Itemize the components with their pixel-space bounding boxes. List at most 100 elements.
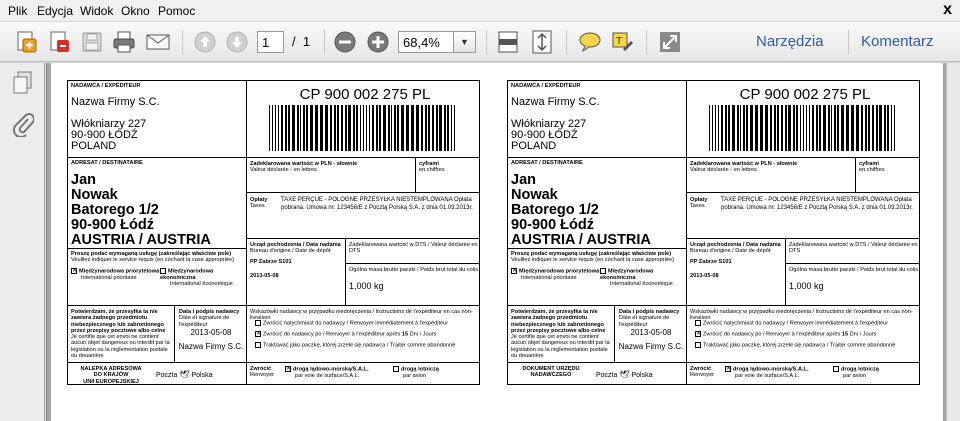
barcode-bar <box>388 105 390 151</box>
recipient-address: Jan Nowak Batorego 1/2 90-900 Łódź AUSTRIA /… <box>71 172 211 248</box>
barcode-bar <box>865 105 867 151</box>
barcode-bar <box>728 105 730 151</box>
barcode-bar <box>297 105 299 151</box>
barcode-bar <box>394 105 396 151</box>
barcode-bar <box>401 105 404 151</box>
tracking-number: CP 900 002 275 PL <box>739 86 871 103</box>
comment-icon[interactable] <box>576 28 604 56</box>
barcode-bar <box>715 105 716 151</box>
barcode-bar <box>451 105 452 151</box>
toolbar-separator <box>566 30 567 54</box>
sender-name: Nazwa Firmy S.C. <box>511 96 600 108</box>
barcode-bar <box>765 105 768 151</box>
pdf-edit-icon[interactable] <box>46 28 74 56</box>
barcode-bar <box>428 105 430 151</box>
barcode-bar <box>292 105 295 151</box>
sender-address: Włókniarzy 227 90-900 ŁÓDŹ POLAND <box>71 118 147 152</box>
return-route-box: Zwrócić Renvoyer ✕ drogą lądowo-morską/S.A… <box>686 362 919 384</box>
menu-bar: Plik Edycja Widok Okno Pomoc x <box>0 0 960 22</box>
menu-edit[interactable]: Edycja <box>37 4 73 18</box>
toolbar-separator <box>646 30 647 54</box>
service-economy-option: Międzynarodowa ekonomiczna International … <box>600 268 673 288</box>
barcode-bar <box>816 105 818 151</box>
barcode-bar <box>397 105 399 151</box>
barcode-bar <box>781 105 783 151</box>
barcode-bar <box>432 105 434 151</box>
menu-file[interactable]: Plik <box>8 4 27 18</box>
zoom-in-icon[interactable] <box>365 28 391 56</box>
fit-page-icon[interactable] <box>528 28 556 56</box>
close-document-button[interactable]: x <box>943 1 952 19</box>
instructions-box: Wskazówki nadawcy w przypadku niedoręcze… <box>246 305 479 363</box>
barcode-bar <box>709 105 710 151</box>
barcode-bar <box>310 105 313 151</box>
next-page-icon[interactable] <box>224 28 250 56</box>
confirm-box: Potwierdzam, że przesyłka ta nie zawiera… <box>68 305 175 363</box>
confirm-box: Potwierdzam, że przesyłka ta nie zawiera… <box>508 305 615 363</box>
declared-value-box: Zadeklarowana wartość w PLN - słownie Val… <box>246 157 416 193</box>
barcode-bar <box>334 105 336 151</box>
save-icon[interactable] <box>78 28 106 56</box>
barcode-bar <box>834 105 836 151</box>
barcode-bar <box>755 105 758 151</box>
barcode-bar <box>828 105 830 151</box>
fees-text: TAXE PERÇUE - POLOGNE PRZESYŁKA NIESTEMP… <box>281 197 473 211</box>
zoom-out-icon[interactable] <box>332 28 358 56</box>
barcode-bar <box>372 105 374 151</box>
highlight-text-icon[interactable]: T <box>608 28 636 56</box>
previous-page-icon[interactable] <box>192 28 218 56</box>
tools-panel-button[interactable]: Narzędzia <box>756 33 824 50</box>
barcode-bar <box>353 105 355 151</box>
barcode-bar <box>320 105 323 151</box>
barcode-bar <box>345 105 347 151</box>
barcode-bar <box>447 105 449 151</box>
create-pdf-icon[interactable] <box>12 28 40 56</box>
weight-value: 1,000 kg <box>789 281 824 291</box>
comment-panel-button[interactable]: Komentarz <box>861 33 934 50</box>
barcode-bar <box>285 105 287 151</box>
barcode-bar <box>851 105 854 151</box>
barcode-bar <box>856 105 859 151</box>
page-thumbnails-icon[interactable] <box>12 71 34 100</box>
page-count: / 1 <box>292 34 311 49</box>
barcode-bar <box>391 105 392 151</box>
menu-window[interactable]: Okno <box>121 4 150 18</box>
menu-view[interactable]: Widok <box>80 4 113 18</box>
print-icon[interactable] <box>110 28 138 56</box>
barcode-bar <box>841 105 844 151</box>
barcode-bar <box>831 105 832 151</box>
zoom-level-input[interactable]: 68,4% <box>398 31 454 53</box>
menu-help[interactable]: Pomoc <box>158 4 195 18</box>
sender-block: NADAWCA / EXPÉDITEUR Nazwa Firmy S.C. Wł… <box>68 81 247 158</box>
recipient-header: ADRESAT / DESTINATAIRE <box>71 160 143 166</box>
service-economy-option: Międzynarodowa ekonomiczna International … <box>160 268 233 288</box>
barcode-bar <box>732 105 735 151</box>
document-view[interactable]: NADAWCA / EXPÉDITEUR Nazwa Firmy S.C. Wł… <box>46 63 960 421</box>
recipient-header: ADRESAT / DESTINATAIRE <box>511 160 583 166</box>
zoom-dropdown-button[interactable]: ▼ <box>454 31 476 53</box>
barcode-bar <box>421 105 423 151</box>
email-icon[interactable] <box>144 28 172 56</box>
barcode-bar <box>348 105 351 151</box>
barcode-bar <box>278 105 279 151</box>
barcode-bar <box>341 105 343 151</box>
barcode-bar <box>369 105 370 151</box>
expand-icon[interactable] <box>656 28 684 56</box>
barcode-bar <box>360 105 361 151</box>
barcode-block: CP 900 002 275 PL <box>246 81 479 158</box>
declared-digits-box: cyframi en chiffres <box>855 157 919 193</box>
vertical-scrollbar[interactable] <box>946 63 960 421</box>
barcode-bar <box>379 105 381 151</box>
barcode-bar <box>330 105 332 151</box>
fit-width-icon[interactable] <box>494 28 522 56</box>
service-box: Proszę podać wymaganą usługę (zakreślają… <box>68 248 247 306</box>
barcode-bar <box>750 105 753 151</box>
page-number-input[interactable]: 1 <box>257 31 284 53</box>
declared-digits-box: cyframi en chiffres <box>415 157 479 193</box>
barcode-bar <box>383 105 386 151</box>
tracking-number: CP 900 002 275 PL <box>299 86 431 103</box>
weight-box: Ogólna masa brutto paczki / Poids brut t… <box>785 263 919 306</box>
barcode-bar <box>740 105 741 151</box>
barcode-bar <box>803 105 804 151</box>
attachments-icon[interactable] <box>12 113 35 142</box>
